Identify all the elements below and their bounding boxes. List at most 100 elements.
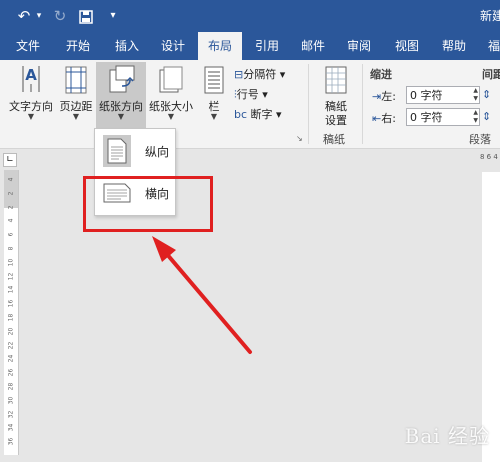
- tab-stop-icon: ∟: [3, 153, 17, 167]
- breaks-icon: ⊟: [234, 68, 244, 81]
- tab-review[interactable]: 审阅: [338, 32, 380, 60]
- spinner-arrows-icon[interactable]: ▲ ▼: [473, 109, 478, 125]
- indent-right-label: ⇤右:: [372, 110, 396, 126]
- annotation-arrow-icon: [152, 236, 252, 354]
- margins-icon: [65, 66, 87, 94]
- ruler-tick-label: 14: [7, 286, 15, 294]
- margins-button[interactable]: 页边距 ▼: [56, 62, 96, 124]
- ruler-tick-label: 28: [7, 382, 15, 391]
- title-bar: ↶ ▾ ↻ ▾ 新建: [0, 0, 500, 32]
- manuscript-icon: [325, 66, 347, 94]
- watermark: Bai 经验: [404, 424, 490, 448]
- portrait-label: 纵向: [145, 145, 170, 159]
- undo-icon[interactable]: ↶: [14, 0, 34, 32]
- ribbon: A 文字方向 ▼ 页边距 ▼ 纸张方向 ▼ 纸张大小 ▼ 栏 ▼ ⊟分隔符 ▾ …: [0, 60, 500, 149]
- indent-right-icon: ⇤: [372, 112, 382, 125]
- ruler-tick-label: 2: [7, 205, 15, 210]
- text-direction-icon: A: [22, 66, 40, 92]
- chevron-down-icon: ▼: [167, 112, 175, 121]
- undo-dropdown-icon[interactable]: ▾: [34, 0, 44, 32]
- svg-text:A: A: [25, 66, 37, 84]
- tab-selector[interactable]: ∟: [0, 150, 20, 170]
- ruler-tick-label: 36: [7, 437, 15, 446]
- tab-home[interactable]: 开始: [56, 32, 100, 60]
- redo-icon[interactable]: ↻: [50, 0, 70, 32]
- horizontal-ruler-labels: 8 6 4: [480, 153, 498, 161]
- window-title: 新建: [479, 9, 500, 23]
- columns-button[interactable]: 栏 ▼: [198, 62, 230, 124]
- ruler-tick-label: 4: [7, 177, 15, 182]
- ruler-tick-label: 18: [7, 313, 15, 322]
- group-separator: [308, 64, 309, 144]
- ruler-tick-label: 22: [7, 341, 15, 349]
- tab-references[interactable]: 引用: [246, 32, 288, 60]
- tab-help[interactable]: 帮助: [432, 32, 476, 60]
- hyphenation-icon: bc: [234, 108, 248, 121]
- indent-right-input[interactable]: 0 字符 ▲ ▼: [406, 108, 480, 126]
- indent-left-value: 0 字符: [410, 89, 443, 102]
- ruler-tick-label: 20: [7, 327, 15, 336]
- hyphenation-label: 断字: [250, 108, 273, 121]
- ruler-tick-label: 4: [7, 218, 15, 223]
- ruler-tick-label: 30: [7, 396, 15, 405]
- size-button[interactable]: 纸张大小 ▼: [146, 62, 196, 124]
- chevron-down-icon: ▼: [27, 112, 35, 121]
- breaks-label: 分隔符: [243, 68, 277, 81]
- ruler-tick-label: 8: [7, 246, 15, 251]
- ruler-tick-label: 24: [7, 355, 15, 363]
- manuscript-settings-button[interactable]: 稿纸 设置: [314, 62, 358, 127]
- indent-right-text: 右:: [381, 112, 396, 125]
- vertical-ruler: 4 2 2 4 6 8 10 12 14 16 18 20 22 24 26 28 30 32 34 36: [4, 170, 19, 455]
- ruler-tick-label: 12: [7, 272, 15, 280]
- tab-file[interactable]: 文件: [6, 32, 50, 60]
- indent-right-value: 0 字符: [410, 111, 443, 124]
- save-icon[interactable]: [76, 0, 96, 32]
- tab-layout[interactable]: 布局: [198, 32, 242, 60]
- horizontal-ruler: 8 6 4: [478, 150, 500, 166]
- ruler-tick-label: 10: [7, 258, 15, 267]
- paragraph-group-label: 段落: [469, 133, 491, 146]
- portrait-page-icon: [103, 135, 131, 167]
- indent-left-label: ⇥左:: [372, 88, 396, 104]
- customize-toolbar-icon[interactable]: ▾: [106, 0, 120, 32]
- indent-left-text: 左:: [381, 90, 396, 103]
- document-page[interactable]: [482, 172, 500, 462]
- group-separator: [362, 64, 363, 144]
- ruler-tick-label: 6: [7, 232, 15, 237]
- orientation-button[interactable]: 纸张方向 ▼: [96, 62, 146, 128]
- breaks-button[interactable]: ⊟分隔符 ▾: [234, 66, 285, 82]
- tab-design[interactable]: 设计: [152, 32, 194, 60]
- manuscript-group-label: 稿纸: [323, 133, 345, 146]
- spacing-group-label: 间距: [482, 68, 500, 81]
- ruler-tick-label: 34: [7, 424, 15, 432]
- tab-more[interactable]: 福: [482, 32, 500, 60]
- tab-mailings[interactable]: 邮件: [292, 32, 334, 60]
- page-setup-launcher-icon[interactable]: ↘: [296, 134, 303, 143]
- ruler-tick-label: 16: [7, 299, 15, 308]
- indent-group-label: 缩进: [370, 68, 392, 81]
- ruler-tick-label: 2: [7, 191, 15, 196]
- line-numbers-button[interactable]: ⫶行号 ▾: [234, 86, 268, 102]
- spacing-before-icon[interactable]: ⇕: [482, 88, 491, 101]
- hyphenation-button[interactable]: bc 断字 ▾: [234, 106, 282, 122]
- ribbon-tabs: 文件 开始 插入 设计 布局 引用 邮件 审阅 视图 帮助 福: [0, 32, 500, 60]
- indent-left-input[interactable]: 0 字符 ▲ ▼: [406, 86, 480, 104]
- text-direction-button[interactable]: A 文字方向 ▼: [6, 62, 56, 124]
- chevron-down-icon: ▼: [72, 112, 80, 121]
- ruler-tick-label: 26: [7, 368, 15, 377]
- tab-insert[interactable]: 插入: [106, 32, 148, 60]
- tab-view[interactable]: 视图: [386, 32, 428, 60]
- indent-left-icon: ⇥: [372, 90, 382, 103]
- ruler-tick-label: 32: [7, 410, 15, 418]
- chevron-down-icon: ▼: [210, 112, 218, 121]
- spinner-arrows-icon[interactable]: ▲ ▼: [473, 87, 478, 103]
- manuscript-label-line2: 设置: [325, 114, 347, 127]
- line-numbers-label: 行号: [236, 88, 259, 101]
- orientation-icon: [109, 65, 135, 93]
- orientation-option-portrait[interactable]: 纵向: [95, 131, 175, 171]
- chevron-down-icon: ▼: [117, 112, 125, 121]
- spacing-after-icon[interactable]: ⇕: [482, 110, 491, 123]
- highlight-box: [83, 176, 213, 232]
- columns-icon: [204, 66, 224, 94]
- paper-size-icon: [159, 66, 183, 93]
